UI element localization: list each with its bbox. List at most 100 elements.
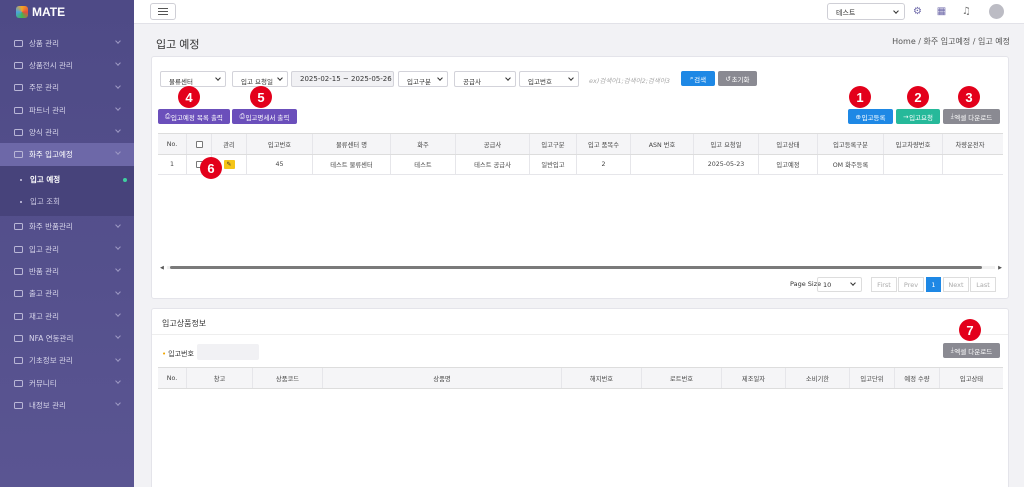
col-manage: 관리 bbox=[212, 134, 247, 154]
sidebar-item-shipper-returns[interactable]: 화주 반품관리 bbox=[0, 216, 134, 238]
cell-supplier: 테스트 공급사 bbox=[456, 155, 530, 174]
gear-icon[interactable]: ⚙ bbox=[912, 6, 923, 17]
page-1-button[interactable]: 1 bbox=[926, 277, 941, 292]
hamburger-menu-button[interactable] bbox=[150, 3, 176, 20]
col-status: 입고상태 bbox=[959, 375, 984, 383]
chevron-down-icon bbox=[115, 333, 121, 340]
order-icon bbox=[14, 84, 23, 92]
cell-no: 1 bbox=[158, 155, 187, 174]
outbound-icon bbox=[14, 290, 23, 298]
edit-icon[interactable]: ✎ bbox=[223, 160, 235, 169]
col-warehouse: 창고 bbox=[187, 368, 253, 388]
register-button[interactable]: ⊕ 입고등록 bbox=[848, 109, 893, 124]
last-page-button[interactable]: Last bbox=[970, 277, 996, 292]
in-no-select[interactable]: 입고번호 bbox=[519, 71, 579, 87]
excel-label: 엑셀 다운로드 bbox=[954, 113, 993, 122]
search-input[interactable]: ex)검색어1;검색어2;검색어3 bbox=[579, 71, 677, 87]
submenu: 입고 예정 입고 조회 bbox=[0, 165, 134, 216]
sidebar-item-nfa[interactable]: NFA 연동관리 bbox=[0, 327, 134, 349]
logo[interactable]: MATE bbox=[0, 0, 134, 24]
first-page-button[interactable]: First bbox=[871, 277, 897, 292]
print-list-label: 입고예정 목록 출력 bbox=[170, 113, 223, 122]
cell-in-no: 45 bbox=[247, 155, 313, 174]
page-size-select[interactable]: 10 bbox=[817, 277, 862, 292]
sidebar-item-label: 내정보 관리 bbox=[29, 400, 66, 410]
sidebar-item-partners[interactable]: 파트너 관리 bbox=[0, 99, 134, 121]
annotation-badge-1: 1 bbox=[849, 86, 871, 108]
col-select bbox=[187, 134, 212, 154]
cell-asn bbox=[631, 155, 694, 174]
cell-driver bbox=[943, 155, 997, 174]
sidebar-item-label: 커뮤니티 bbox=[29, 378, 57, 388]
breadcrumb: Home / 화주 입고예정 / 입고 예정 bbox=[892, 37, 1010, 46]
chevron-down-icon bbox=[115, 221, 121, 228]
in-no-label: 입고번호 bbox=[162, 349, 194, 359]
cell-center: 테스트 물류센터 bbox=[313, 155, 391, 174]
sidebar: MATE 상품 관리 상품전시 관리 주문 관리 파트너 관리 양식 관리 화주… bbox=[0, 0, 134, 487]
search-button[interactable]: ⌕ 검색 bbox=[681, 71, 715, 86]
divider bbox=[152, 334, 1008, 335]
scroll-thumb[interactable] bbox=[170, 266, 982, 269]
display-icon bbox=[14, 61, 23, 69]
shipper-select[interactable]: 테스트 bbox=[827, 3, 905, 20]
sidebar-item-label: NFA 연동관리 bbox=[29, 333, 74, 343]
sidebar-item-orders[interactable]: 주문 관리 bbox=[0, 77, 134, 99]
date-type-select[interactable]: 입고 요청일 bbox=[232, 71, 288, 87]
menu-line bbox=[158, 14, 168, 15]
in-type-select[interactable]: 입고구분 bbox=[398, 71, 448, 87]
supplier-select[interactable]: 공급사 bbox=[454, 71, 516, 87]
inbound-item-card: 입고상품정보 입고번호 ⤓ 엑셀 다운로드 7 No. 창고 상품코드 상품명 … bbox=[151, 308, 1009, 487]
return-icon bbox=[14, 268, 23, 276]
sidebar-item-label: 화주 입고예정 bbox=[29, 150, 73, 160]
next-page-button[interactable]: Next bbox=[943, 277, 969, 292]
select-all-checkbox[interactable] bbox=[195, 140, 203, 148]
print-detail-button[interactable]: ⎙ 입고명세서 출력 bbox=[232, 109, 297, 124]
sidebar-item-outbound[interactable]: 출고 관리 bbox=[0, 283, 134, 305]
info-icon bbox=[14, 357, 23, 365]
sidebar-item-inbound[interactable]: 입고 관리 bbox=[0, 238, 134, 260]
sidebar-item-my-info[interactable]: 내정보 관리 bbox=[0, 394, 134, 416]
sidebar-item-shipper-inbound[interactable]: 화주 입고예정 bbox=[0, 143, 134, 166]
cell-reg-type: OM 화주등록 bbox=[818, 155, 884, 174]
sidebar-item-returns[interactable]: 반품 관리 bbox=[0, 260, 134, 282]
reset-button[interactable]: ↺ 초기화 bbox=[718, 71, 757, 86]
sidebar-sub-label: 입고 예정 bbox=[30, 175, 61, 185]
col-shipper: 화주 bbox=[391, 134, 456, 154]
table-row[interactable]: 1 ✎ 45 테스트 물류센터 테스트 테스트 공급사 일반입고 2 2025-… bbox=[158, 155, 1003, 175]
excel-download-button[interactable]: ⤓ 엑셀 다운로드 bbox=[943, 109, 1000, 124]
sidebar-item-community[interactable]: 커뮤니티 bbox=[0, 372, 134, 394]
sidebar-item-basic-info[interactable]: 기초정보 관리 bbox=[0, 350, 134, 372]
chevron-down-icon bbox=[115, 60, 121, 67]
sidebar-item-display[interactable]: 상품전시 관리 bbox=[0, 54, 134, 76]
scroll-left-icon[interactable]: ◀ bbox=[160, 265, 164, 271]
bell-icon[interactable]: ♫ bbox=[961, 6, 972, 17]
sidebar-item-products[interactable]: 상품 관리 bbox=[0, 32, 134, 54]
prev-page-button[interactable]: Prev bbox=[898, 277, 924, 292]
scroll-right-icon[interactable]: ▶ bbox=[998, 265, 1002, 271]
sidebar-item-forms[interactable]: 양식 관리 bbox=[0, 121, 134, 143]
sidebar-sub-inbound-search[interactable]: 입고 조회 bbox=[0, 191, 134, 213]
box-icon bbox=[14, 39, 23, 47]
sidebar-item-stock[interactable]: 재고 관리 bbox=[0, 305, 134, 327]
top-bar: 테스트 ⚙ ▦ ♫ bbox=[134, 0, 1024, 24]
cell-status: 입고예정 bbox=[759, 155, 818, 174]
excel-download-button-2[interactable]: ⤓ 엑셀 다운로드 bbox=[943, 343, 1000, 358]
date-range-input[interactable]: 2025-02-15 ~ 2025-05-26 bbox=[291, 71, 394, 87]
page-header: 입고 예정 Home / 화주 입고예정 / 입고 예정 bbox=[134, 24, 1024, 60]
sidebar-item-label: 파트너 관리 bbox=[29, 105, 66, 115]
sidebar-item-label: 화주 반품관리 bbox=[29, 222, 73, 232]
request-button[interactable]: → 입고요청 bbox=[896, 109, 940, 124]
center-select[interactable]: 물류센터 bbox=[160, 71, 226, 87]
in-no-field[interactable] bbox=[197, 344, 259, 360]
delivery-icon[interactable]: ▦ bbox=[936, 6, 947, 17]
sidebar-sub-inbound-plan[interactable]: 입고 예정 bbox=[0, 169, 134, 191]
col-status: 입고상태 bbox=[759, 134, 818, 154]
sidebar-item-label: 입고 관리 bbox=[29, 244, 59, 254]
cell-in-type: 일반입고 bbox=[530, 155, 577, 174]
sidebar-sub-label: 입고 조회 bbox=[30, 197, 60, 207]
sidebar-item-label: 기초정보 관리 bbox=[29, 356, 73, 366]
avatar[interactable] bbox=[989, 4, 1004, 19]
print-list-button[interactable]: ⎙ 입고예정 목록 출력 bbox=[158, 109, 230, 124]
horizontal-scrollbar[interactable]: ◀ ▶ bbox=[160, 265, 1002, 271]
sidebar-item-label: 상품 관리 bbox=[29, 38, 59, 48]
